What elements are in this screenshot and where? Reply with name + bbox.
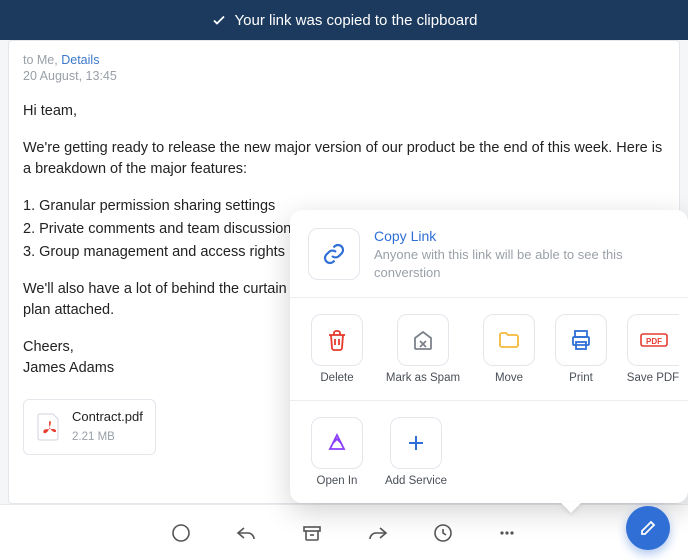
trash-icon bbox=[311, 314, 363, 366]
openin-icon bbox=[311, 417, 363, 469]
greeting: Hi team, bbox=[23, 101, 665, 122]
forward-icon[interactable] bbox=[367, 523, 389, 543]
print-icon bbox=[555, 314, 607, 366]
date-line: 20 August, 13:45 bbox=[23, 69, 665, 83]
spam-icon bbox=[397, 314, 449, 366]
actions-popover: Copy Link Anyone with this link will be … bbox=[290, 210, 688, 503]
check-icon bbox=[211, 12, 227, 28]
compose-fab[interactable] bbox=[626, 506, 670, 550]
copy-link-row[interactable]: Copy Link Anyone with this link will be … bbox=[290, 210, 688, 297]
attachment-name: Contract.pdf bbox=[72, 408, 143, 427]
snooze-icon[interactable] bbox=[433, 523, 453, 543]
to-prefix: to Me, bbox=[23, 53, 58, 67]
attachment-size: 2.21 MB bbox=[72, 429, 143, 446]
copy-link-desc: Anyone with this link will be able to se… bbox=[374, 246, 670, 281]
move-action[interactable]: Move bbox=[480, 314, 538, 384]
print-action[interactable]: Print bbox=[552, 314, 610, 384]
spam-action[interactable]: Mark as Spam bbox=[380, 314, 466, 384]
actions-row-1: Delete Mark as Spam Move Print PDF Save … bbox=[290, 298, 688, 400]
toast-text: Your link was copied to the clipboard bbox=[235, 12, 478, 29]
add-service-action[interactable]: Add Service bbox=[380, 417, 452, 487]
link-icon bbox=[308, 228, 360, 280]
open-in-action[interactable]: Open In bbox=[308, 417, 366, 487]
reply-icon[interactable] bbox=[235, 523, 257, 543]
circle-button[interactable] bbox=[171, 523, 191, 543]
save-pdf-action[interactable]: PDF Save PDF bbox=[624, 314, 682, 384]
svg-text:PDF: PDF bbox=[646, 337, 662, 346]
folder-icon bbox=[483, 314, 535, 366]
actions-row-2: Open In Add Service bbox=[290, 401, 688, 503]
archive-icon[interactable] bbox=[301, 523, 323, 543]
attachment-chip[interactable]: Contract.pdf 2.21 MB bbox=[23, 399, 156, 455]
details-link[interactable]: Details bbox=[61, 53, 99, 67]
delete-action[interactable]: Delete bbox=[308, 314, 366, 384]
plus-icon bbox=[390, 417, 442, 469]
bottom-toolbar bbox=[0, 504, 688, 560]
more-icon[interactable] bbox=[497, 523, 517, 543]
recipients-line: to Me, Details bbox=[23, 53, 665, 67]
pencil-icon bbox=[639, 519, 657, 537]
pdf-badge-icon: PDF bbox=[627, 314, 679, 366]
pdf-icon bbox=[36, 412, 62, 442]
clipboard-toast: Your link was copied to the clipboard bbox=[0, 0, 688, 40]
copy-link-title: Copy Link bbox=[374, 228, 670, 244]
intro-paragraph: We're getting ready to release the new m… bbox=[23, 138, 665, 180]
